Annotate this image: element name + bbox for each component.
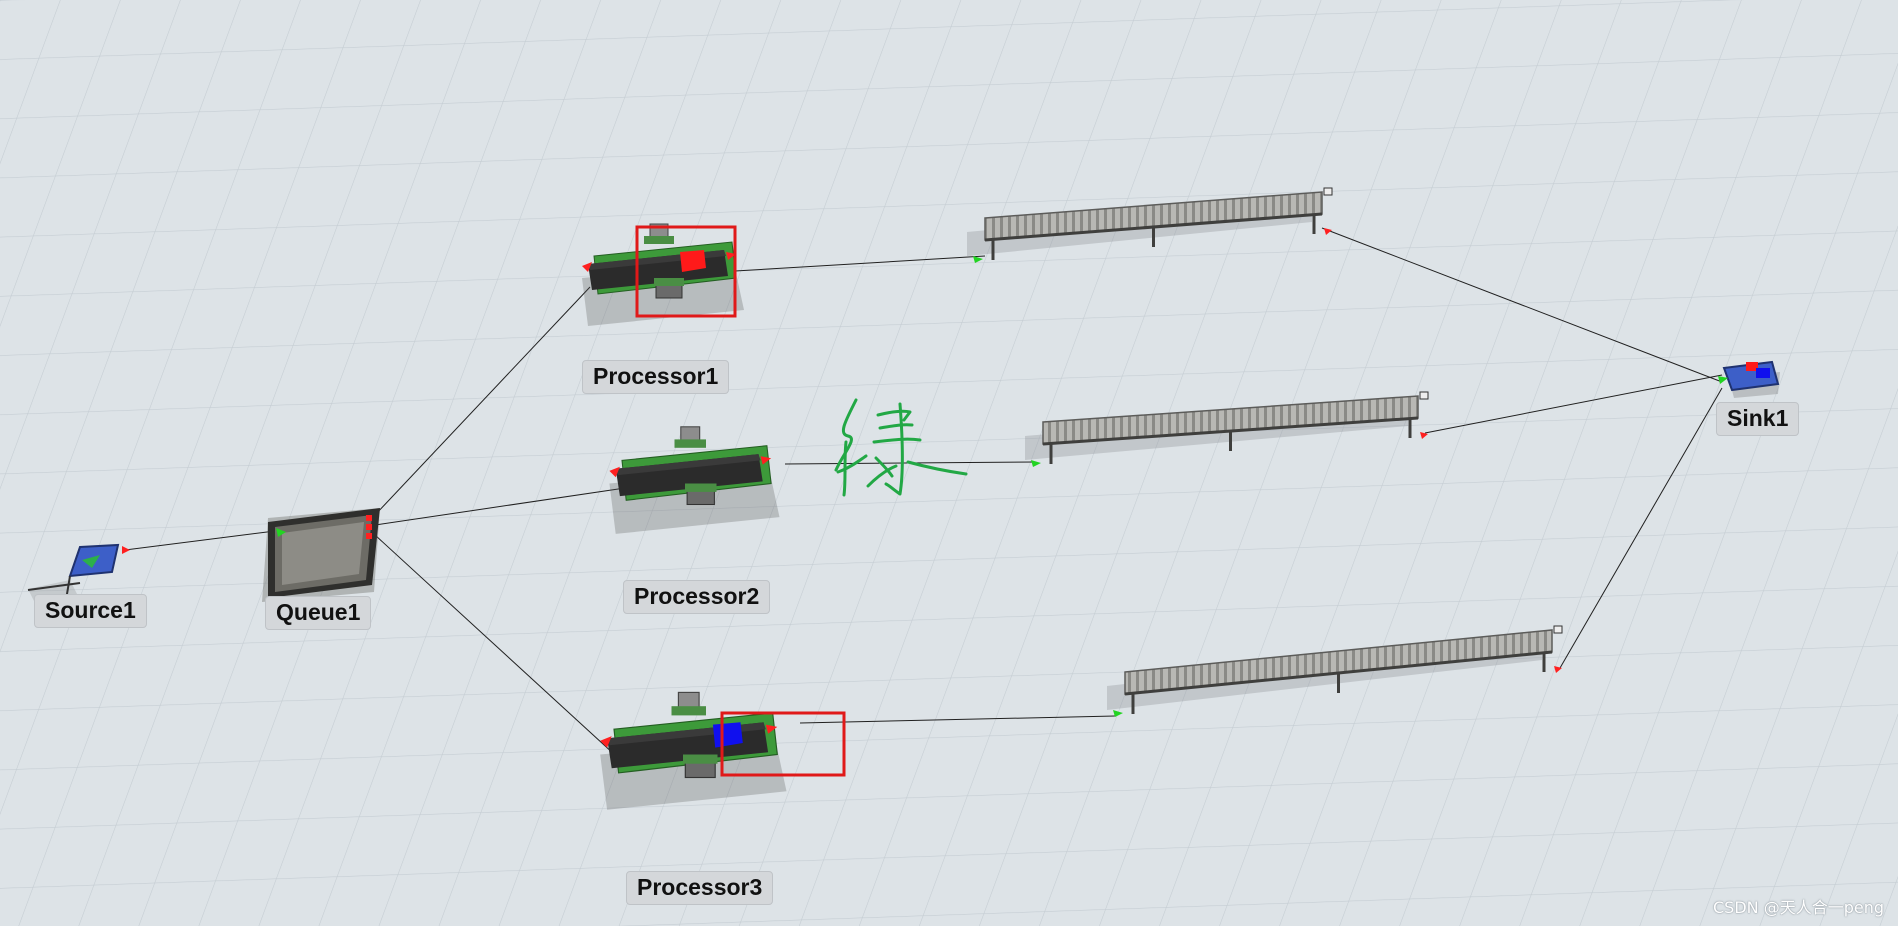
label-source1[interactable]: Source1	[34, 594, 147, 628]
label-processor1[interactable]: Processor1	[582, 360, 730, 394]
output-port	[366, 533, 372, 539]
label-processor2[interactable]: Processor2	[623, 580, 771, 614]
output-port	[366, 524, 372, 530]
model-3d-view[interactable]	[0, 0, 1898, 926]
label-queue1[interactable]: Queue1	[265, 596, 372, 630]
label-processor3[interactable]: Processor3	[626, 871, 774, 905]
queue1-object[interactable]	[262, 508, 380, 602]
output-port	[366, 515, 372, 521]
watermark-text: CSDN @天人合一peng	[1712, 898, 1884, 917]
label-sink1[interactable]: Sink1	[1716, 402, 1800, 436]
